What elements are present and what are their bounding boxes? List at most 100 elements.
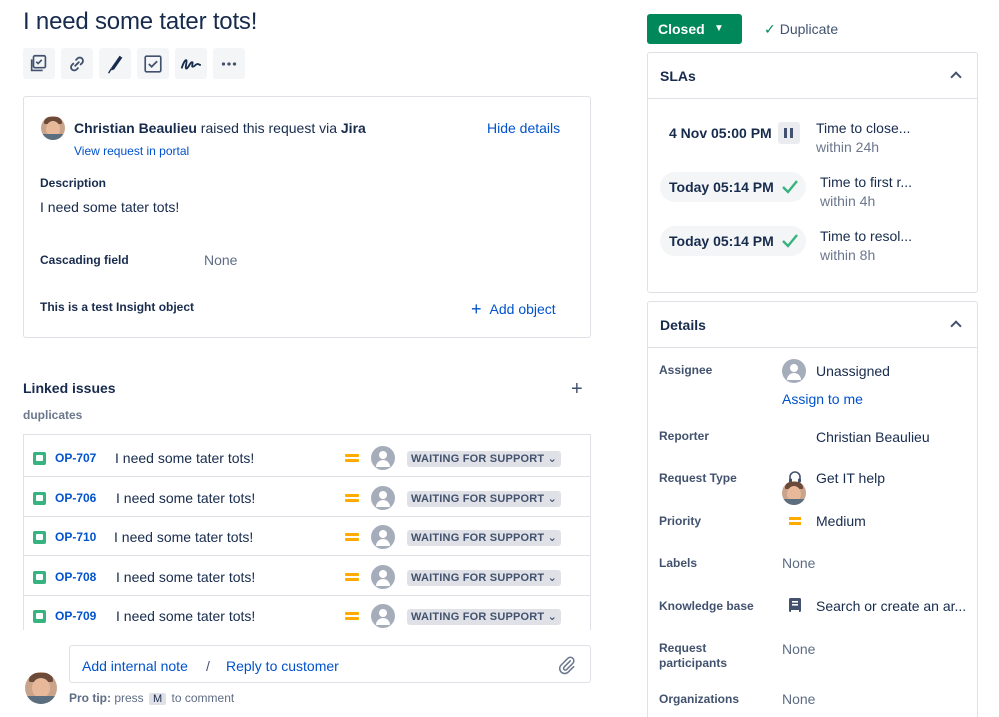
issue-key-link[interactable]: OP-706 [55,491,96,505]
labels-label: Labels [659,556,697,571]
sla-name: Time to resol... [820,228,912,244]
description-value[interactable]: I need some tater tots! [40,199,179,215]
reporter-name[interactable]: Christian Beaulieu [74,120,197,136]
shortcut-key: M [149,693,166,705]
issue-summary-link[interactable]: I need some tater tots! [116,608,255,624]
more-actions-button[interactable] [213,48,245,79]
collapse-chevron-icon[interactable] [950,320,961,331]
cascading-field-label: Cascading field [40,253,129,267]
pen-button[interactable] [99,48,131,79]
signature-button[interactable] [175,48,207,79]
chevron-down-icon: ⌄ [548,611,557,623]
issue-key-link[interactable]: OP-707 [55,451,96,465]
status-transition-button[interactable]: Closed ▼ [647,14,742,44]
issue-summary-link[interactable]: I need some tater tots! [114,529,253,545]
headset-icon [787,470,803,491]
check-icon [781,179,799,195]
paperclip-icon [557,655,577,675]
signature-icon [180,53,202,75]
unassigned-avatar-icon [782,359,806,383]
knowledge-base-label: Knowledge base [659,599,754,614]
issue-toolbar [23,48,245,79]
request-participants-value[interactable]: None [782,641,815,657]
sla-target: within 8h [820,247,875,263]
details-panel-header[interactable]: Details [648,302,977,348]
checklist-button[interactable] [23,48,55,79]
issue-summary-link[interactable]: I need some tater tots! [116,490,255,506]
book-icon [788,597,802,619]
priority-label: Priority [659,514,701,529]
story-icon [33,452,46,465]
story-icon [33,610,46,623]
current-user-avatar [25,672,57,704]
hide-details-button[interactable]: Hide details [487,120,560,136]
assignee-value[interactable]: Unassigned [816,363,890,379]
labels-value[interactable]: None [782,555,815,571]
status-lozenge[interactable]: WAITING FOR SUPPORT ⌄ [407,451,561,467]
resolution-indicator: ✓Duplicate [764,21,838,38]
sla-name: Time to close... [816,120,910,136]
check-icon: ✓ [764,21,776,37]
add-object-button[interactable]: +Add object [471,298,556,319]
issue-key-link[interactable]: OP-710 [55,530,96,544]
request-type-value[interactable]: Get IT help [816,470,885,486]
reply-to-customer-button[interactable]: Reply to customer [226,658,339,674]
reporter-value[interactable]: Christian Beaulieu [816,429,930,445]
checkbox-icon [142,53,164,75]
unassigned-avatar-icon [371,486,395,510]
linked-issue-row[interactable]: OP-707 I need some tater tots! WAITING F… [24,437,590,477]
checklist-icon [28,53,50,75]
issue-summary-link[interactable]: I need some tater tots! [116,569,255,585]
organizations-value[interactable]: None [782,691,815,707]
unassigned-avatar-icon [371,604,395,628]
linked-issue-row[interactable]: OP-708 I need some tater tots! WAITING F… [24,556,590,596]
linked-issue-row[interactable]: OP-710 I need some tater tots! WAITING F… [24,516,590,556]
pen-icon [104,53,126,75]
issue-summary-link[interactable]: I need some tater tots! [115,450,254,466]
cascading-field-value[interactable]: None [204,252,237,268]
linked-issue-row[interactable]: OP-706 I need some tater tots! WAITING F… [24,477,590,517]
priority-value[interactable]: Medium [816,513,866,529]
attachment-button[interactable] [557,655,577,680]
status-lozenge[interactable]: WAITING FOR SUPPORT ⌄ [407,570,561,586]
priority-medium-icon [345,493,359,503]
status-lozenge[interactable]: WAITING FOR SUPPORT ⌄ [407,609,561,625]
issue-key-link[interactable]: OP-708 [55,570,96,584]
reporter-label: Reporter [659,429,709,444]
unassigned-avatar-icon [371,565,395,589]
assign-to-me-link[interactable]: Assign to me [782,391,863,407]
story-icon [33,571,46,584]
knowledge-base-search[interactable]: Search or create an ar... [816,598,966,614]
issue-title[interactable]: I need some tater tots! [23,8,257,36]
assignee-label: Assignee [659,363,712,378]
plus-icon: + [471,299,482,319]
unassigned-avatar-icon [371,525,395,549]
reporter-avatar[interactable] [41,116,65,140]
sla-panel-header[interactable]: SLAs [648,53,977,99]
organizations-label: Organizations [659,692,739,707]
add-link-plus-icon[interactable]: + [571,378,583,401]
checkbox-button[interactable] [137,48,169,79]
story-icon [33,531,46,544]
link-button[interactable] [61,48,93,79]
status-lozenge[interactable]: WAITING FOR SUPPORT ⌄ [407,491,561,507]
insight-field-label: This is a test Insight object [40,300,194,314]
unassigned-avatar-icon [371,446,395,470]
link-icon [66,53,88,75]
sla-timer-met: Today 05:14 PM [660,172,806,202]
issue-key-link[interactable]: OP-709 [55,609,96,623]
more-icon [218,53,240,75]
chevron-down-icon: ⌄ [548,532,557,544]
linked-issues-table: OP-707 I need some tater tots! WAITING F… [23,434,591,630]
description-label: Description [40,176,106,190]
pause-icon [778,122,800,144]
view-in-portal-link[interactable]: View request in portal [74,144,189,158]
collapse-chevron-icon[interactable] [950,71,961,82]
sla-name: Time to first r... [820,174,912,190]
linked-issue-row[interactable]: OP-709 I need some tater tots! WAITING F… [24,595,590,630]
link-relation-label: duplicates [23,408,82,422]
status-lozenge[interactable]: WAITING FOR SUPPORT ⌄ [407,530,561,546]
check-icon [781,233,799,249]
add-internal-note-button[interactable]: Add internal note [82,658,188,674]
channel-name: Jira [341,120,366,136]
